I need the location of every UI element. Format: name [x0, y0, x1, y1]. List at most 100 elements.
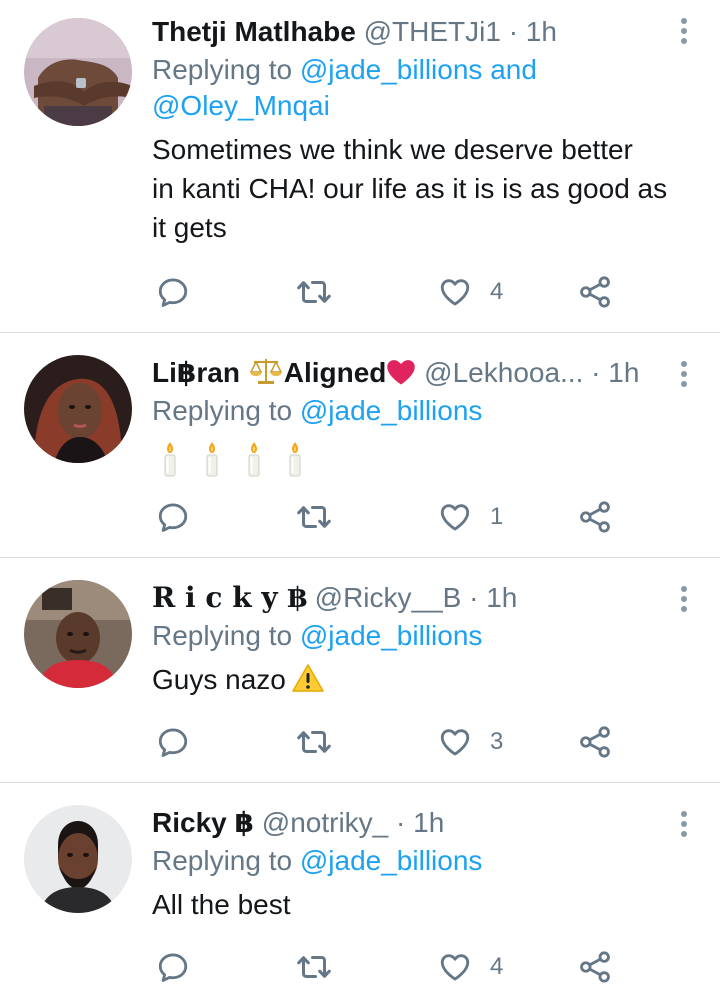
- separator-dot: ·: [469, 582, 479, 613]
- action-bar: 3: [152, 722, 612, 762]
- like-count: 3: [490, 728, 504, 755]
- like-count: 4: [490, 953, 504, 980]
- timestamp[interactable]: 1h: [526, 16, 557, 47]
- tweet-header: Thetji Matlhabe @THETJi1 · 1h: [152, 14, 670, 50]
- share-button[interactable]: [578, 722, 612, 762]
- like-button[interactable]: 4: [438, 947, 503, 987]
- share-icon: [578, 500, 612, 534]
- mention-link[interactable]: @jade_billions and: [300, 54, 537, 85]
- candle-emoji: [202, 441, 222, 477]
- tweet-text: [152, 437, 670, 477]
- like-button[interactable]: 4: [438, 272, 503, 312]
- replying-to-label: Replying to: [152, 54, 293, 85]
- tweet-content: Ricky ฿ @notriky_ · 1h Replying to @jade…: [152, 805, 670, 924]
- candle-emoji: [160, 441, 180, 477]
- reply-icon: [156, 500, 190, 534]
- reply-button[interactable]: [156, 272, 190, 312]
- reply-button[interactable]: [156, 722, 190, 762]
- mention-link[interactable]: @jade_billions: [300, 395, 483, 426]
- more-icon[interactable]: [680, 361, 688, 391]
- reply-button[interactable]: [156, 497, 190, 537]
- action-bar: 1: [152, 497, 612, 537]
- mention-link[interactable]: @jade_billions: [300, 620, 483, 651]
- heart-emoji: [387, 360, 416, 385]
- share-icon: [578, 950, 612, 984]
- tweet-text-content: Guys nazo: [152, 664, 286, 695]
- separator-dot: ·: [591, 357, 601, 388]
- username[interactable]: @Lekhooa...: [424, 357, 583, 388]
- tweet-text: Guys nazo: [152, 660, 670, 699]
- replying-to: Replying to @jade_billions: [152, 616, 670, 656]
- retweet-icon: [296, 724, 332, 760]
- tweet-content: Thetji Matlhabe @THETJi1 · 1h Replying t…: [152, 14, 670, 247]
- tweet-4[interactable]: Ricky ฿ @notriky_ · 1h Replying to @jade…: [0, 783, 720, 965]
- like-icon: [438, 950, 472, 984]
- timestamp[interactable]: 1h: [413, 807, 444, 838]
- display-name-part: Aligned: [283, 357, 387, 388]
- like-button[interactable]: 3: [438, 722, 503, 762]
- retweet-button[interactable]: [296, 722, 332, 762]
- share-button[interactable]: [578, 497, 612, 537]
- replying-to-label: Replying to: [152, 845, 293, 876]
- candle-emoji: [285, 441, 305, 477]
- share-button[interactable]: [578, 272, 612, 312]
- share-icon: [578, 275, 612, 309]
- display-name[interactable]: Thetji Matlhabe: [152, 16, 356, 47]
- action-bar: 4: [152, 947, 612, 987]
- tweet-header: R i c k y ฿ @Ricky__B · 1h: [152, 580, 670, 616]
- more-icon[interactable]: [680, 811, 688, 841]
- retweet-icon: [296, 949, 332, 985]
- timestamp[interactable]: 1h: [608, 357, 639, 388]
- separator-dot: ·: [396, 807, 406, 838]
- avatar[interactable]: [24, 580, 132, 688]
- replying-to-label: Replying to: [152, 395, 293, 426]
- tweet-text-line: Sometimes we think we deserve better: [152, 134, 633, 165]
- username[interactable]: @THETJi1: [364, 16, 501, 47]
- replying-to: Replying to @jade_billions: [152, 391, 670, 431]
- display-name-part: Li฿ran: [152, 357, 240, 388]
- avatar[interactable]: [24, 355, 132, 463]
- display-name[interactable]: Li฿ran Aligned: [152, 357, 416, 388]
- tweet-content: R i c k y ฿ @Ricky__B · 1h Replying to @…: [152, 580, 670, 699]
- timestamp[interactable]: 1h: [486, 582, 517, 613]
- reply-icon: [156, 950, 190, 984]
- like-button[interactable]: 1: [438, 497, 503, 537]
- reply-icon: [156, 275, 190, 309]
- tweet-header: Li฿ran Aligned @Lekhooa... · 1h: [152, 355, 670, 391]
- tweet-text-line: in kanti CHA! our life as it is is as go…: [152, 173, 668, 204]
- replying-to: Replying to @jade_billions: [152, 841, 670, 881]
- candle-emoji: [244, 441, 264, 477]
- tweet-text-content: All the best: [152, 889, 291, 920]
- replying-to: Replying to @jade_billions and: [152, 50, 670, 90]
- mention-link[interactable]: @Oley_Mnqai: [152, 90, 330, 121]
- avatar[interactable]: [24, 805, 132, 913]
- action-bar: 4: [152, 272, 612, 312]
- more-icon[interactable]: [680, 586, 688, 616]
- share-button[interactable]: [578, 947, 612, 987]
- retweet-button[interactable]: [296, 272, 332, 312]
- replying-to-line-2: @Oley_Mnqai: [152, 86, 670, 126]
- separator-dot: ·: [508, 16, 519, 47]
- tweet-header: Ricky ฿ @notriky_ · 1h: [152, 805, 670, 841]
- tweet-2[interactable]: Li฿ran Aligned @Lekhooa... · 1h Replying…: [0, 333, 720, 558]
- warning-emoji: [292, 664, 324, 692]
- retweet-button[interactable]: [296, 497, 332, 537]
- tweet-1[interactable]: Thetji Matlhabe @THETJi1 · 1h Replying t…: [0, 0, 720, 333]
- mention-link[interactable]: @jade_billions: [300, 845, 483, 876]
- display-name[interactable]: R i c k y ฿: [152, 581, 307, 614]
- like-icon: [438, 725, 472, 759]
- tweet-text: All the best: [152, 885, 670, 924]
- like-icon: [438, 500, 472, 534]
- retweet-button[interactable]: [296, 947, 332, 987]
- username[interactable]: @notriky_: [262, 807, 388, 838]
- tweet-text: Sometimes we think we deserve better in …: [152, 130, 670, 247]
- avatar[interactable]: [24, 18, 132, 126]
- more-icon[interactable]: [680, 18, 688, 48]
- username[interactable]: @Ricky__B: [315, 582, 462, 613]
- reply-icon: [156, 725, 190, 759]
- reply-button[interactable]: [156, 947, 190, 987]
- retweet-icon: [296, 499, 332, 535]
- display-name[interactable]: Ricky ฿: [152, 807, 254, 838]
- scales-emoji: [249, 359, 282, 384]
- tweet-3[interactable]: R i c k y ฿ @Ricky__B · 1h Replying to @…: [0, 558, 720, 783]
